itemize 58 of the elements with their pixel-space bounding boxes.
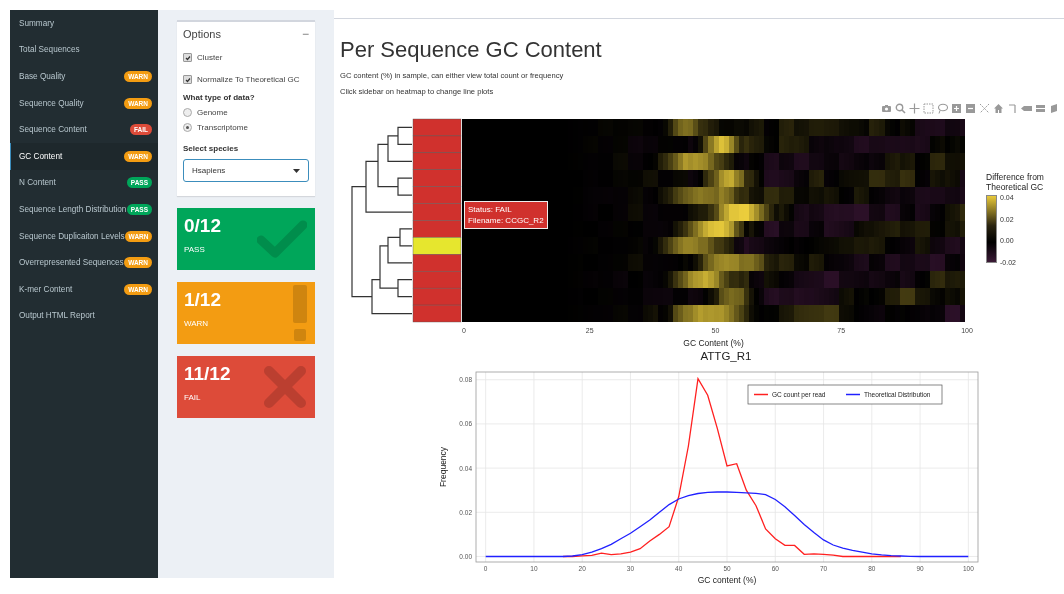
color-scale [986,195,997,263]
sidebar-item[interactable]: Total Sequences [10,36,158,64]
home-icon[interactable] [993,103,1004,114]
status-cell[interactable] [412,220,462,238]
checkmark-icon [257,220,307,258]
field-label: Select species [183,144,240,153]
checkbox-label: Normalize To Theoretical GC [197,75,300,84]
autoscale-icon[interactable] [979,103,990,114]
status-cell[interactable] [412,118,462,137]
checkbox[interactable] [183,75,192,84]
stat-value: 11/12 [184,363,232,385]
radio-label: Transcriptome [197,123,248,132]
lasso-icon[interactable] [937,103,948,114]
checkbox[interactable] [183,53,192,62]
stat-label: FAIL [184,393,202,402]
hover-tooltip: Status: FAIL Filename: CCGC_R2 [464,201,548,229]
cross-icon [263,365,307,409]
status-cell[interactable] [412,135,462,154]
legend-swatch [845,393,861,396]
pan-icon[interactable] [909,103,920,114]
stat-label: PASS [184,245,206,254]
axis-title: GC content (%) [697,575,757,585]
status-cell[interactable] [412,237,462,255]
zoom-icon[interactable] [895,103,906,114]
stat-value: 0/12 [184,215,222,237]
zoom-in-icon[interactable] [951,103,962,114]
tag-icon[interactable] [1021,103,1032,114]
exclamation-icon [293,285,307,341]
stat-value: 1/12 [184,289,222,311]
status-cell[interactable] [412,203,462,221]
radio-label: Genome [197,108,228,117]
radio-button[interactable] [183,108,192,117]
axis-title: GC Content (%) [683,338,744,348]
zoom-out-icon[interactable] [965,103,976,114]
axis-title: Frequency [438,446,448,488]
heatmap-grid[interactable] [462,119,966,323]
stacked-tags-icon[interactable] [1035,103,1046,114]
radio-button[interactable] [183,123,192,132]
legend-title: Difference from Theoretical GC [986,172,1045,192]
panel-title: Options [183,28,221,40]
checkbox-label: Cluster [197,53,223,62]
species-dropdown[interactable]: Hsapiens [183,159,309,182]
stat-label: WARN [184,319,210,328]
sidebar-item[interactable]: Summary [10,10,158,37]
status-cell[interactable] [412,254,462,272]
question-label: What type of data? [183,93,256,102]
status-cell[interactable] [412,271,462,289]
sidebar-item[interactable]: Output HTML Report [10,302,158,330]
page-title: Per Sequence GC Content [340,37,603,63]
status-cell[interactable] [412,169,462,187]
status-cell[interactable] [412,152,462,170]
status-cell[interactable] [412,304,462,323]
chart-title: ATTG_R1 [700,350,752,362]
camera-icon[interactable] [881,103,892,114]
collapse-button[interactable]: − [302,27,309,41]
status-cell[interactable] [412,186,462,204]
legend-swatch [753,393,769,396]
caret-icon [293,168,300,173]
